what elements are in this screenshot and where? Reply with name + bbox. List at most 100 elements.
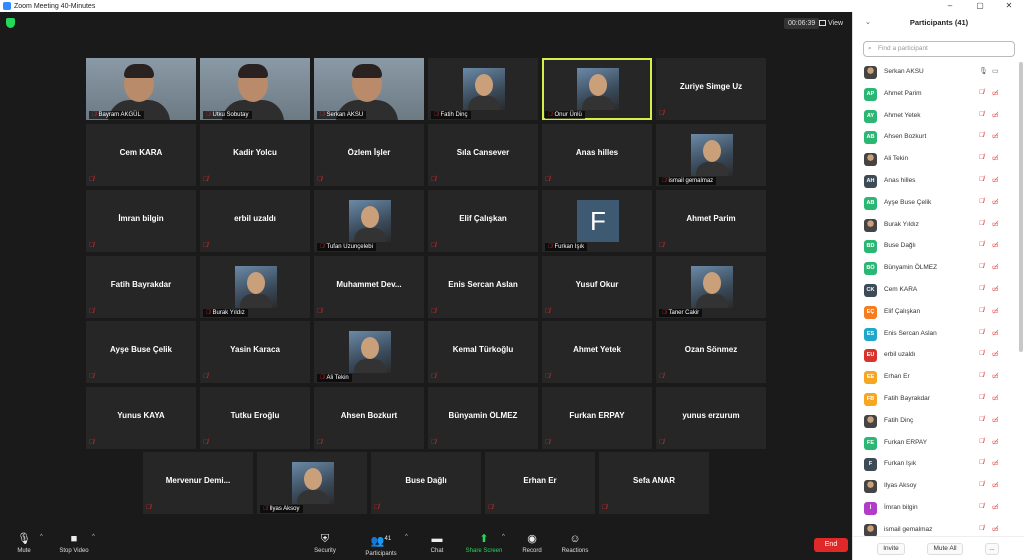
- muted-mic-icon[interactable]: 🎙̸: [979, 285, 984, 292]
- muted-mic-icon[interactable]: 🎙̸: [979, 220, 984, 227]
- video-off-icon[interactable]: ▭̸: [992, 525, 999, 533]
- participant-row[interactable]: Fatih Dinç 🎙̸ ▭̸: [853, 411, 1018, 433]
- video-off-icon[interactable]: ▭̸: [992, 154, 999, 162]
- participant-list-scrollbar[interactable]: [1019, 62, 1023, 352]
- muted-mic-icon[interactable]: 🎙̸: [979, 111, 984, 118]
- video-tile[interactable]: Ahsen Bozkurt 🎙̸: [314, 387, 424, 449]
- participant-row[interactable]: EE Erhan Er 🎙̸ ▭̸: [853, 367, 1018, 389]
- video-tile[interactable]: Elif Çalışkan 🎙̸: [428, 190, 538, 252]
- video-tile[interactable]: İmran bilgin 🎙̸: [86, 190, 196, 252]
- encryption-shield-icon[interactable]: [6, 18, 15, 28]
- participant-row[interactable]: CK Cem KARA 🎙̸ ▭̸: [853, 280, 1018, 302]
- video-tile[interactable]: Fatih Bayrakdar 🎙̸: [86, 256, 196, 318]
- video-tile[interactable]: 🎙̸ Utku Sobutay: [200, 58, 310, 120]
- video-tile[interactable]: Ozan Sönmez 🎙̸: [656, 321, 766, 383]
- video-off-icon[interactable]: ▭̸: [992, 263, 999, 271]
- video-off-icon[interactable]: ▭̸: [992, 372, 999, 380]
- video-off-icon[interactable]: ▭̸: [992, 220, 999, 228]
- video-camera-icon[interactable]: ▭: [992, 67, 999, 75]
- video-off-icon[interactable]: ▭̸: [992, 111, 999, 119]
- video-tile[interactable]: Yunus KAYA 🎙̸: [86, 387, 196, 449]
- video-tile[interactable]: Mervenur Demi... 🎙̸: [143, 452, 253, 514]
- video-tile[interactable]: Cem KARA 🎙̸: [86, 124, 196, 186]
- participant-row[interactable]: AB Ahsen Bozkurt 🎙̸ ▭̸: [853, 127, 1018, 149]
- participant-row[interactable]: Serkan AKSU 🎙 ▭: [853, 62, 1018, 84]
- minimize-button[interactable]: –: [935, 0, 965, 12]
- video-off-icon[interactable]: ▭̸: [992, 307, 999, 315]
- video-off-icon[interactable]: ▭̸: [992, 285, 999, 293]
- muted-mic-icon[interactable]: 🎙̸: [979, 132, 984, 139]
- video-tile[interactable]: Kadir Yolcu 🎙̸: [200, 124, 310, 186]
- participants-button[interactable]: 👥41 Participants ^: [351, 532, 411, 557]
- video-tile[interactable]: 🎙̸ Onur Ünlü: [542, 58, 652, 120]
- participant-row[interactable]: FE Furkan ERPAY 🎙̸ ▭̸: [853, 433, 1018, 455]
- reactions-button[interactable]: ☺ Reactions: [545, 532, 605, 554]
- video-tile[interactable]: Erhan Er 🎙̸: [485, 452, 595, 514]
- video-off-icon[interactable]: ▭̸: [992, 438, 999, 446]
- microphone-icon[interactable]: 🎙: [979, 67, 988, 75]
- muted-mic-icon[interactable]: 🎙̸: [979, 525, 984, 532]
- muted-mic-icon[interactable]: 🎙̸: [979, 198, 984, 205]
- video-tile[interactable]: Buse Dağlı 🎙̸: [371, 452, 481, 514]
- participant-row[interactable]: F Furkan Işık 🎙̸ ▭̸: [853, 454, 1018, 476]
- participant-row[interactable]: İ İmran bilgin 🎙̸ ▭̸: [853, 498, 1018, 520]
- video-tile[interactable]: 🎙̸ Fatih Dinç: [428, 58, 538, 120]
- video-tile[interactable]: Kemal Türkoğlu 🎙̸: [428, 321, 538, 383]
- video-off-icon[interactable]: ▭̸: [992, 329, 999, 337]
- muted-mic-icon[interactable]: 🎙̸: [979, 154, 984, 161]
- muted-mic-icon[interactable]: 🎙̸: [979, 372, 984, 379]
- video-tile[interactable]: Zuriye Simge Uz 🎙̸: [656, 58, 766, 120]
- more-options-button[interactable]: ...: [985, 543, 999, 555]
- muted-mic-icon[interactable]: 🎙̸: [979, 503, 984, 510]
- participant-row[interactable]: AY Ahmet Yetek 🎙̸ ▭̸: [853, 106, 1018, 128]
- mute-options-chevron-icon[interactable]: ^: [40, 534, 43, 540]
- video-off-icon[interactable]: ▭̸: [992, 394, 999, 402]
- video-off-icon[interactable]: ▭̸: [992, 350, 999, 358]
- video-tile[interactable]: Enis Sercan Aslan 🎙̸: [428, 256, 538, 318]
- video-tile[interactable]: Ahmet Yetek 🎙̸: [542, 321, 652, 383]
- participant-search-input[interactable]: ⌕ Find a participant: [863, 41, 1015, 57]
- video-tile[interactable]: Yusuf Okur 🎙̸: [542, 256, 652, 318]
- video-tile[interactable]: Anas hilles 🎙̸: [542, 124, 652, 186]
- security-button[interactable]: ⛨ Security: [295, 532, 355, 554]
- participant-row[interactable]: BÖ Bünyamin ÖLMEZ 🎙̸ ▭̸: [853, 258, 1018, 280]
- video-tile[interactable]: 🎙̸ Ali Tekin: [314, 321, 424, 383]
- video-tile[interactable]: Özlem İşler 🎙̸: [314, 124, 424, 186]
- video-tile[interactable]: Furkan ERPAY 🎙̸: [542, 387, 652, 449]
- mute-all-button[interactable]: Mute All: [927, 543, 963, 555]
- muted-mic-icon[interactable]: 🎙̸: [979, 438, 984, 445]
- video-off-icon[interactable]: ▭̸: [992, 89, 999, 97]
- video-tile[interactable]: Tutku Eroğlu 🎙̸: [200, 387, 310, 449]
- video-tile[interactable]: 🎙̸ Tufan Uzunçelebi: [314, 190, 424, 252]
- video-tile[interactable]: erbil uzaldı 🎙̸: [200, 190, 310, 252]
- muted-mic-icon[interactable]: 🎙̸: [979, 263, 984, 270]
- video-tile[interactable]: yunus erzurum 🎙̸: [656, 387, 766, 449]
- video-tile[interactable]: Yasin Karaca 🎙̸: [200, 321, 310, 383]
- participant-row[interactable]: BD Buse Dağlı 🎙̸ ▭̸: [853, 236, 1018, 258]
- video-off-icon[interactable]: ▭̸: [992, 503, 999, 511]
- video-tile[interactable]: Sıla Cansever 🎙̸: [428, 124, 538, 186]
- muted-mic-icon[interactable]: 🎙̸: [979, 416, 984, 423]
- video-tile[interactable]: Bünyamin ÖLMEZ 🎙̸: [428, 387, 538, 449]
- video-options-chevron-icon[interactable]: ^: [92, 534, 95, 540]
- close-window-button[interactable]: ✕: [994, 0, 1024, 12]
- video-tile[interactable]: 🎙̸ ismail gemalmaz: [656, 124, 766, 186]
- muted-mic-icon[interactable]: 🎙̸: [979, 89, 984, 96]
- video-tile[interactable]: F 🎙̸ Furkan Işık: [542, 190, 652, 252]
- participant-row[interactable]: ES Enis Sercan Aslan 🎙̸ ▭̸: [853, 324, 1018, 346]
- video-off-icon[interactable]: ▭̸: [992, 132, 999, 140]
- stop-video-button[interactable]: ■ Stop Video ^: [44, 532, 104, 554]
- view-button[interactable]: View: [816, 18, 846, 29]
- video-tile[interactable]: 🎙̸ Bayram AKGÜL: [86, 58, 196, 120]
- muted-mic-icon[interactable]: 🎙̸: [979, 307, 984, 314]
- video-off-icon[interactable]: ▭̸: [992, 176, 999, 184]
- participant-row[interactable]: Burak Yıldız 🎙̸ ▭̸: [853, 215, 1018, 237]
- muted-mic-icon[interactable]: 🎙̸: [979, 176, 984, 183]
- video-tile[interactable]: Sefa ANAR 🎙̸: [599, 452, 709, 514]
- participant-row[interactable]: AH Anas hilles 🎙̸ ▭̸: [853, 171, 1018, 193]
- video-tile[interactable]: 🎙̸ Ilyas Aksoy: [257, 452, 367, 514]
- video-tile[interactable]: 🎙̸ Burak Yıldız: [200, 256, 310, 318]
- muted-mic-icon[interactable]: 🎙̸: [979, 350, 984, 357]
- participant-row[interactable]: Ilyas Aksoy 🎙̸ ▭̸: [853, 476, 1018, 498]
- muted-mic-icon[interactable]: 🎙̸: [979, 459, 984, 466]
